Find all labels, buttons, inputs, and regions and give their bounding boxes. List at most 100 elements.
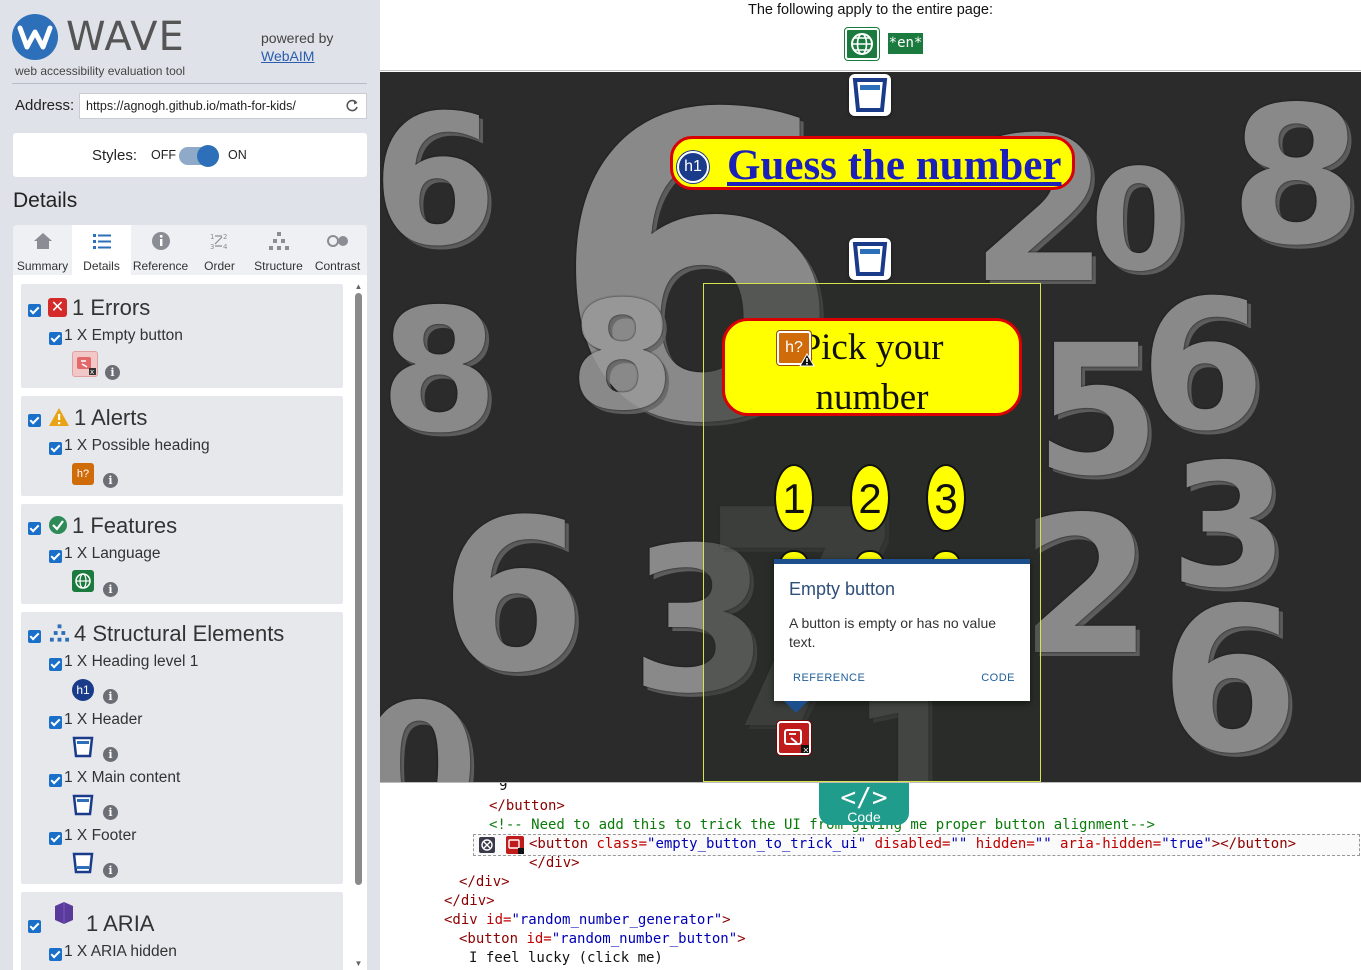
scroll-thumb[interactable] — [355, 293, 362, 885]
powered-by-text: powered by — [261, 30, 334, 46]
number-button-3[interactable]: 3 — [926, 464, 966, 532]
header-region-icon[interactable] — [849, 74, 891, 116]
rendered-page: 6 6 2 8 0 8 8 6 5 6 3 6 3 2 7 0 1 h1 Gue… — [380, 72, 1361, 782]
features-group: 1 Features 1 X Language i — [21, 504, 343, 604]
code-token: "empty_button_to_trick_ui" — [647, 836, 867, 852]
wave-sidebar: WAVE web accessibility evaluation tool p… — [0, 0, 380, 970]
main-content-icon[interactable] — [72, 794, 94, 816]
tab-structure[interactable]: Structure — [249, 225, 308, 275]
tab-order[interactable]: 1 2 3 4 Order — [190, 225, 249, 275]
info-icon[interactable]: i — [103, 582, 118, 597]
number-button-2[interactable]: 2 — [850, 464, 890, 532]
possible-heading-icon[interactable]: h? — [72, 463, 94, 485]
pick-number-line-2: number — [815, 377, 929, 418]
footer-icon[interactable] — [72, 852, 94, 874]
address-bar: Address: https://agnogh.github.io/math-f… — [15, 93, 367, 119]
tab-details[interactable]: Details — [72, 225, 131, 275]
info-icon[interactable]: i — [103, 805, 118, 820]
styles-off-label: OFF — [151, 148, 176, 162]
empty-button-error-icon[interactable]: × — [777, 721, 811, 755]
structural-checkbox[interactable] — [28, 630, 41, 643]
background-digit: 0 — [380, 668, 479, 782]
reload-icon[interactable] — [345, 99, 359, 113]
list-icon — [92, 234, 111, 249]
language-icon[interactable] — [72, 570, 94, 592]
errors-checkbox[interactable] — [28, 304, 41, 317]
scroll-up-arrow[interactable]: ▲ — [354, 283, 363, 291]
footer-checkbox[interactable] — [49, 832, 62, 845]
svg-text:4: 4 — [223, 243, 228, 251]
details-scrollbar[interactable]: ▲ ▼ — [354, 283, 363, 970]
divider — [12, 83, 367, 84]
features-title: 1 Features — [72, 513, 178, 538]
header-checkbox[interactable] — [49, 716, 62, 729]
code-token: > — [722, 912, 731, 928]
info-icon[interactable]: i — [103, 473, 118, 488]
tooltip-reference-link[interactable]: REFERENCE — [793, 672, 865, 684]
h1-heading: h1 Guess the number — [670, 136, 1075, 190]
styles-label: Styles: — [92, 147, 138, 164]
empty-button-icon[interactable]: x — [72, 351, 98, 377]
h1-icon[interactable]: h1 — [72, 679, 94, 701]
toggle-knob — [197, 145, 219, 167]
code-token: "" — [1034, 836, 1052, 852]
alerts-group: 1 Alerts 1 X Possible heading h? i — [21, 396, 343, 496]
tooltip-code-link[interactable]: CODE — [981, 672, 1015, 684]
language-globe-icon[interactable] — [845, 28, 879, 60]
header-icon[interactable] — [72, 736, 94, 758]
info-icon[interactable]: i — [103, 689, 118, 704]
features-checkbox[interactable] — [28, 522, 41, 535]
code-token: "true" — [1161, 836, 1212, 852]
code-toggle-button[interactable]: </> Code — [819, 783, 909, 825]
possible-heading-checkbox[interactable] — [49, 442, 62, 455]
info-icon[interactable]: i — [103, 747, 118, 762]
tab-contrast[interactable]: Contrast — [308, 225, 367, 275]
code-line: 9 — [499, 782, 508, 794]
language-checkbox[interactable] — [49, 550, 62, 563]
scroll-down-arrow[interactable]: ▼ — [354, 960, 363, 968]
svg-text:1: 1 — [210, 233, 214, 241]
webaim-link[interactable]: WebAIM — [261, 48, 314, 64]
main-content-label: 1 X Main content — [64, 769, 181, 786]
aria-title: 1 ARIA — [86, 911, 155, 936]
main-region-icon[interactable] — [849, 238, 891, 280]
empty-button-label: 1 X Empty button — [64, 327, 183, 344]
whole-page-text: The following apply to the entire page: — [747, 2, 994, 18]
code-token: <button — [459, 931, 527, 947]
alerts-checkbox[interactable] — [28, 414, 41, 427]
code-token: <button — [529, 836, 597, 852]
empty-button-code-icon[interactable] — [505, 835, 525, 855]
structure-icon — [49, 624, 70, 642]
error-icon: ✕ — [48, 298, 67, 317]
empty-button-checkbox[interactable] — [49, 332, 62, 345]
number-button-1[interactable]: 1 — [774, 464, 814, 532]
wave-logo[interactable]: WAVE web accessibility evaluation tool p… — [12, 12, 370, 82]
header-label: 1 X Header — [64, 711, 143, 728]
heading-level-1-checkbox[interactable] — [49, 658, 62, 671]
tab-summary[interactable]: Summary — [13, 225, 72, 275]
styles-toggle[interactable] — [179, 145, 219, 167]
code-line: I feel lucky (click me) — [469, 950, 663, 966]
info-icon[interactable]: i — [105, 365, 120, 380]
order-icon: 1 2 3 4 — [210, 233, 228, 251]
hidden-element-icon[interactable] — [478, 836, 496, 854]
errors-title: 1 Errors — [72, 295, 151, 320]
alert-icon — [49, 408, 69, 426]
tab-reference[interactable]: Reference — [131, 225, 190, 275]
tab-label: Structure — [254, 259, 303, 273]
svg-text:x: x — [90, 368, 94, 376]
code-token: class= — [596, 836, 648, 852]
background-digit: 5 — [1035, 307, 1161, 516]
language-badge[interactable]: *en* — [888, 33, 923, 54]
aria-hidden-checkbox[interactable] — [49, 948, 62, 961]
main-content-checkbox[interactable] — [49, 774, 62, 787]
aria-checkbox[interactable] — [28, 920, 41, 933]
code-token: "random_number_generator" — [511, 912, 723, 928]
address-input[interactable]: https://agnogh.github.io/math-for-kids/ — [79, 93, 367, 119]
code-line: </div> — [444, 893, 495, 909]
warning-icon — [799, 353, 815, 367]
info-icon[interactable]: i — [103, 863, 118, 878]
wave-logo-icon — [12, 14, 58, 60]
h1-icon[interactable]: h1 — [677, 151, 709, 183]
h1-heading-text[interactable]: Guess the number — [727, 141, 1061, 190]
